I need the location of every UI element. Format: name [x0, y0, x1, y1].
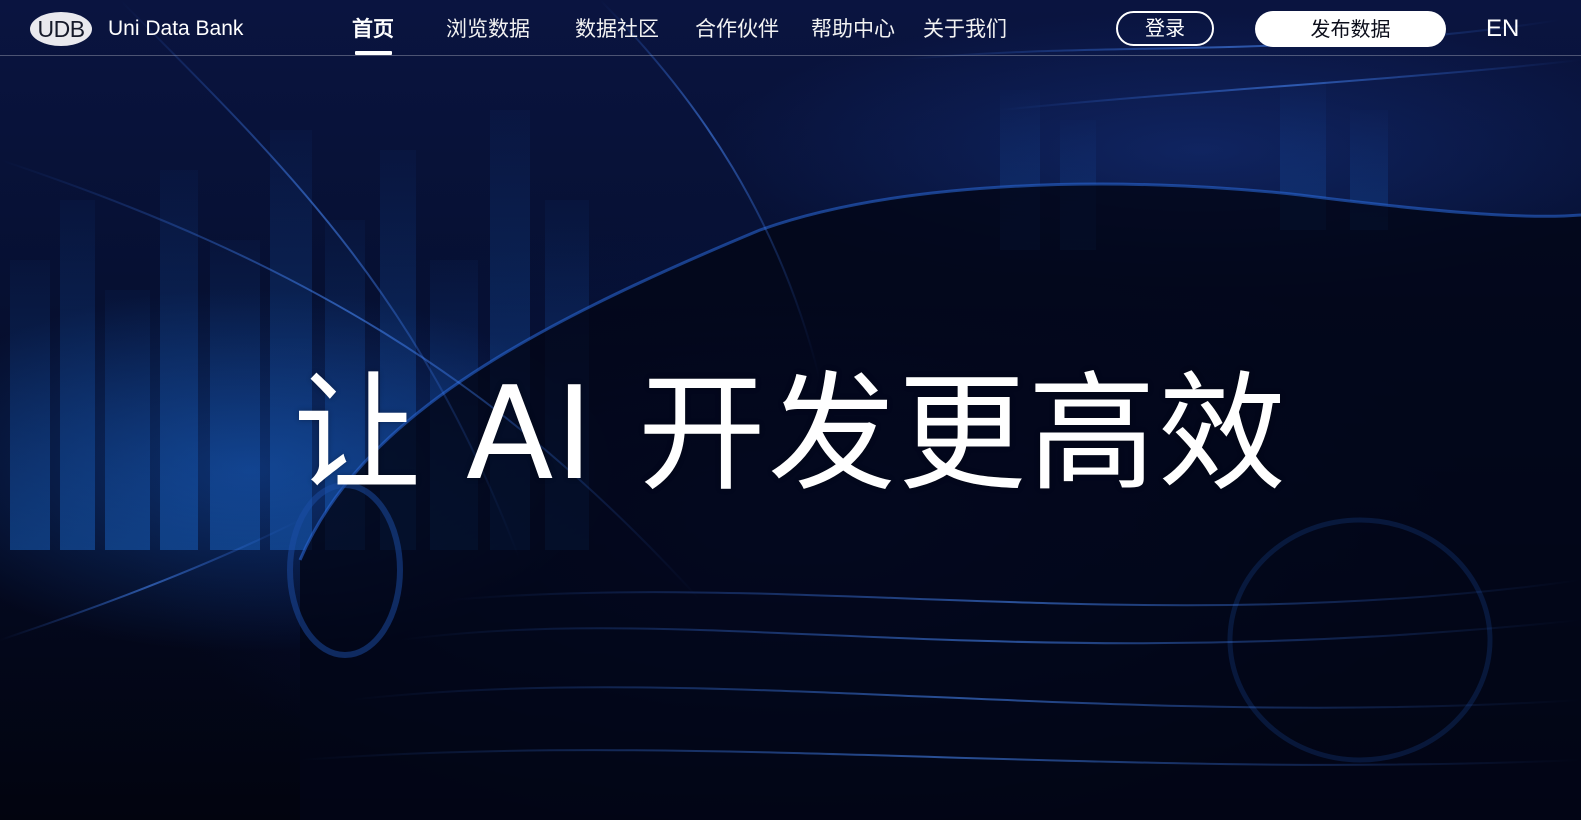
- language-toggle[interactable]: EN: [1486, 15, 1519, 43]
- top-navigation-bar: UDB Uni Data Bank 首页 浏览数据 数据社区 合作伙伴 帮助中心…: [0, 0, 1581, 56]
- nav-item-browse-data[interactable]: 浏览数据: [446, 15, 530, 43]
- nav-item-about-us[interactable]: 关于我们: [923, 15, 1007, 43]
- hero-title: 让 AI 开发更高效: [293, 360, 1288, 509]
- nav-item-home[interactable]: 首页: [352, 15, 394, 43]
- login-button[interactable]: 登录: [1116, 11, 1214, 46]
- nav-item-data-community[interactable]: 数据社区: [575, 15, 659, 43]
- publish-data-button[interactable]: 发布数据: [1255, 11, 1446, 47]
- brand-name[interactable]: Uni Data Bank: [108, 16, 243, 42]
- nav-active-indicator: [355, 51, 392, 55]
- nav-item-partners[interactable]: 合作伙伴: [695, 15, 779, 43]
- nav-item-help-center[interactable]: 帮助中心: [811, 15, 895, 43]
- brand-logo[interactable]: UDB: [30, 12, 92, 46]
